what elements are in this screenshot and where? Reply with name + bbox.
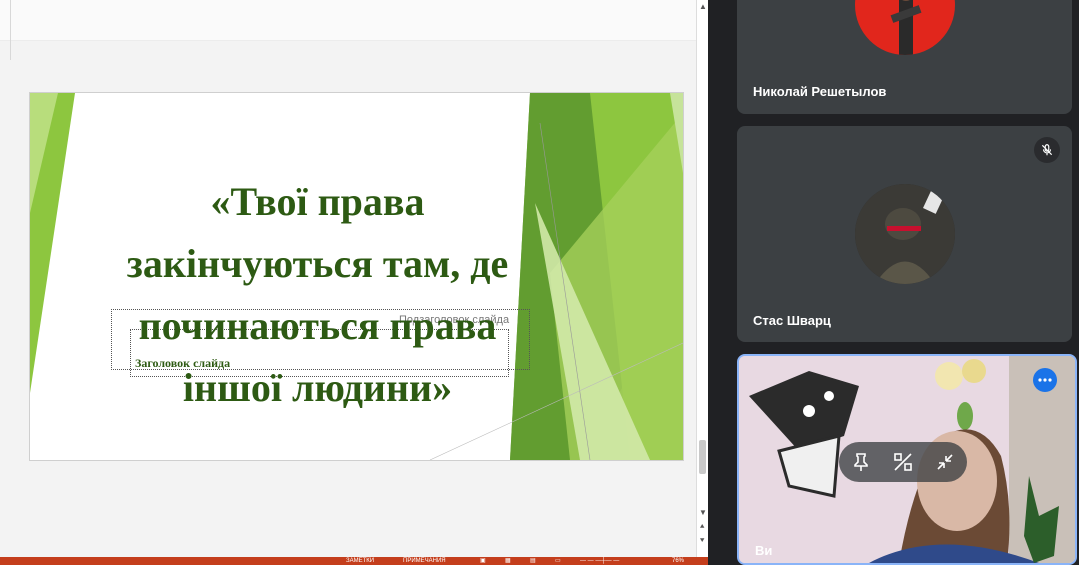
slide[interactable]: Подзаголовок слайда Заголовок слайда «Тв… bbox=[29, 92, 684, 461]
editor-toolbar-area bbox=[0, 0, 696, 41]
mic-off-icon bbox=[1034, 137, 1060, 163]
shared-screen: Подзаголовок слайда Заголовок слайда «Тв… bbox=[0, 0, 708, 565]
participant-name: Ви bbox=[755, 543, 773, 558]
next-slide-icon[interactable]: ⯆ bbox=[699, 536, 705, 546]
tile-controls bbox=[839, 442, 967, 482]
status-bar: ЗАМЕТКИ ПРИМЕЧАНИЯ ▣ ▦ ▤ ▭ — — —┼— — 76% bbox=[0, 557, 708, 565]
scroll-up-icon[interactable]: ▲ bbox=[699, 2, 707, 11]
reading-view-icon[interactable]: ▤ bbox=[530, 557, 536, 565]
participant-name: Стас Шварц bbox=[753, 313, 831, 328]
prev-slide-icon[interactable]: ⯅ bbox=[699, 522, 705, 532]
self-video-tile[interactable]: Ви bbox=[737, 354, 1077, 565]
more-options-icon[interactable] bbox=[1033, 368, 1057, 392]
minimize-icon[interactable] bbox=[931, 448, 959, 476]
zoom-level[interactable]: 76% bbox=[672, 557, 684, 565]
normal-view-icon[interactable]: ▣ bbox=[480, 557, 486, 565]
participant-name: Николай Решетылов bbox=[753, 84, 887, 99]
editor-ruler bbox=[10, 0, 11, 60]
notes-button[interactable]: ЗАМЕТКИ bbox=[346, 557, 374, 565]
remove-icon[interactable] bbox=[889, 448, 917, 476]
participant-tile[interactable]: Николай Решетылов bbox=[737, 0, 1072, 114]
sorter-view-icon[interactable]: ▦ bbox=[505, 557, 511, 565]
slide-title: «Твої права закінчуються там, де починаю… bbox=[126, 179, 509, 410]
vertical-scrollbar[interactable]: ▲ ▼ ⯅ ⯆ bbox=[696, 0, 708, 557]
slideshow-view-icon[interactable]: ▭ bbox=[555, 557, 561, 565]
scroll-thumb[interactable] bbox=[699, 440, 706, 474]
avatar bbox=[855, 0, 955, 55]
participant-tile[interactable]: Стас Шварц bbox=[737, 126, 1072, 342]
scroll-down-icon[interactable]: ▼ bbox=[699, 508, 707, 517]
avatar bbox=[855, 184, 955, 284]
pin-icon[interactable] bbox=[847, 448, 875, 476]
comments-button[interactable]: ПРИМЕЧАНИЯ bbox=[403, 557, 446, 565]
zoom-slider[interactable]: — — —┼— — bbox=[580, 557, 619, 565]
